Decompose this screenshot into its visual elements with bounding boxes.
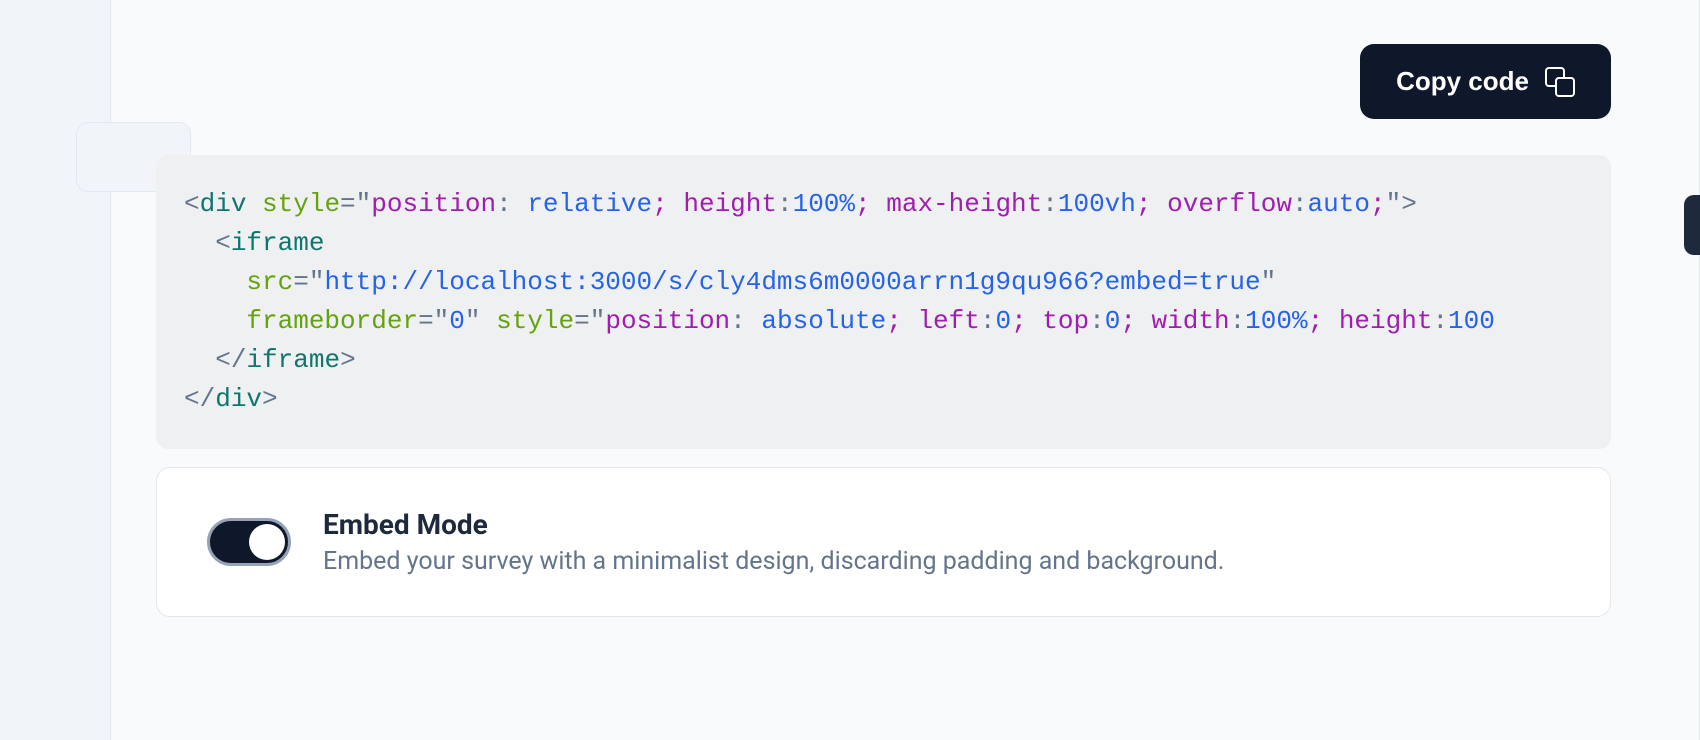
embed-mode-card: Embed Mode Embed your survey with a mini… (156, 467, 1611, 617)
embed-mode-desc: Embed your survey with a minimalist desi… (323, 547, 1224, 576)
copy-icon (1545, 67, 1575, 97)
toggle-knob (249, 524, 285, 560)
copy-code-button[interactable]: Copy code (1360, 44, 1611, 119)
main-panel: Copy code <div style="position: relative… (110, 0, 1700, 740)
embed-mode-text: Embed Mode Embed your survey with a mini… (323, 508, 1224, 576)
right-side-peek (1684, 195, 1700, 255)
embed-mode-title: Embed Mode (323, 508, 1224, 541)
embed-code-block[interactable]: <div style="position: relative; height:1… (156, 155, 1611, 449)
embed-mode-toggle[interactable] (207, 518, 291, 566)
copy-code-label: Copy code (1396, 66, 1529, 97)
